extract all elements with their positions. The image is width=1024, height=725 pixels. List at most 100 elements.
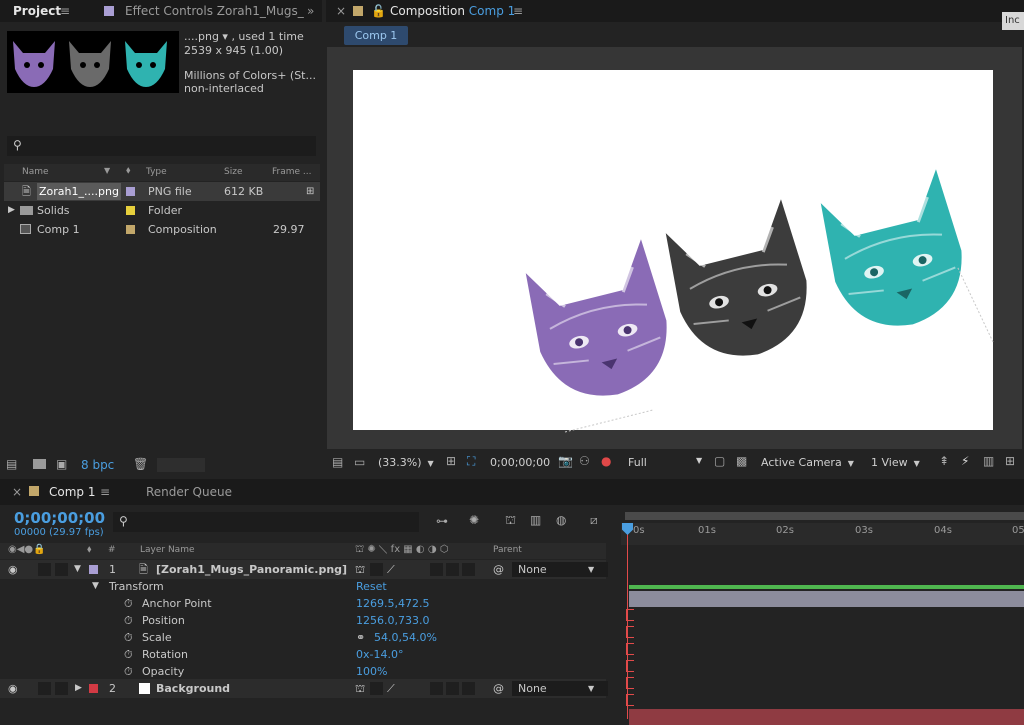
project-search-input[interactable]: ⚲ <box>7 136 316 156</box>
panel-overflow-icon[interactable]: » <box>307 0 314 22</box>
time-ruler[interactable]: 0s 01s 02s 03s 04s 05 <box>621 523 1024 545</box>
camera-dropdown[interactable]: Active Camera <box>761 456 854 469</box>
label-swatch[interactable] <box>126 206 135 215</box>
new-folder-icon[interactable] <box>33 459 46 469</box>
tab-render-queue[interactable]: Render Queue <box>146 481 232 503</box>
3d-switch[interactable] <box>462 682 475 695</box>
interpret-footage-icon[interactable]: ▤ <box>6 457 17 471</box>
layer-duration-bar[interactable] <box>629 709 1024 725</box>
pick-whip-icon[interactable]: @ <box>493 679 504 698</box>
eye-icon[interactable]: ◉ <box>8 679 18 698</box>
tab-comp-1[interactable]: Comp 1 <box>49 481 95 503</box>
time-graph[interactable]: 0s 01s 02s 03s 04s 05 <box>621 509 1024 725</box>
label-tag-icon[interactable]: ⬧ <box>126 165 131 176</box>
lock-icon[interactable]: 🔓 <box>371 0 386 22</box>
view-layout-dropdown[interactable]: 1 View <box>871 456 920 469</box>
label-swatch[interactable] <box>126 225 135 234</box>
solo-toggle[interactable] <box>38 682 51 695</box>
shy-layers-icon[interactable]: ⛫ <box>505 513 516 529</box>
magnification-dropdown[interactable]: (33.3%) <box>378 456 434 469</box>
layer-duration-bar[interactable] <box>629 591 1024 607</box>
region-of-interest-icon[interactable]: ▢ <box>714 454 725 468</box>
panel-menu-icon[interactable]: ≡ <box>60 0 70 22</box>
show-snapshot-icon[interactable]: ⚇ <box>579 454 590 468</box>
motion-blur-switch[interactable] <box>430 563 443 576</box>
list-item[interactable]: Comp 1 Composition 29.97 <box>4 220 320 239</box>
fast-previews-icon[interactable]: ⚡ <box>961 454 969 468</box>
camera-snapshot-icon[interactable]: 📷 <box>558 454 573 468</box>
collapse-switch[interactable] <box>370 563 383 576</box>
av-features-icons[interactable]: ◉◀●🔒 <box>8 544 46 555</box>
comp-canvas[interactable] <box>353 70 994 433</box>
label-swatch[interactable] <box>126 187 135 196</box>
comp-subtab[interactable]: Comp 1 <box>344 26 408 45</box>
info-panel-tab[interactable]: Inc <box>1002 12 1024 30</box>
flowchart-icon[interactable]: ⊞ <box>306 182 314 201</box>
adjustment-switch[interactable] <box>446 682 459 695</box>
column-type[interactable]: Type <box>146 167 167 177</box>
parent-dropdown[interactable]: None ▼ <box>512 562 608 577</box>
3d-switch[interactable] <box>462 563 475 576</box>
mask-visibility-icon[interactable]: ⛶ <box>467 454 475 469</box>
column-size[interactable]: Size <box>224 167 242 177</box>
composition-viewer[interactable] <box>327 47 1022 449</box>
resolution-dropdown[interactable]: Full ▼ <box>628 456 706 469</box>
lock-toggle[interactable] <box>55 563 68 576</box>
bit-depth-button[interactable]: 8 bpc <box>81 458 114 472</box>
timeline-icon[interactable]: ▥ <box>983 454 994 468</box>
frame-blending-icon[interactable]: ▥ <box>530 513 541 527</box>
adjustment-switch[interactable] <box>446 563 459 576</box>
layer-name[interactable]: Background <box>156 679 230 698</box>
trash-icon[interactable]: 🗑 <box>133 457 148 471</box>
monitor-icon[interactable]: ▭ <box>354 455 365 469</box>
motion-blur-icon[interactable]: ◍ <box>556 513 566 527</box>
expand-arrow-icon[interactable]: ▶ <box>75 679 82 698</box>
toggle-pixel-aspect-icon[interactable]: ⇞ <box>939 454 949 468</box>
scroll-area[interactable] <box>157 458 205 472</box>
parent-dropdown[interactable]: None ▼ <box>512 681 608 696</box>
panel-menu-icon[interactable]: ≡ <box>100 481 110 503</box>
always-preview-icon[interactable]: ▤ <box>332 455 343 469</box>
solo-toggle[interactable] <box>38 563 51 576</box>
footage-color-depth: Millions of Colors+ (St... <box>184 69 316 82</box>
column-name[interactable]: Name <box>22 167 49 177</box>
transparency-grid-icon[interactable]: ▩ <box>736 454 747 468</box>
comp-mini-flowchart-icon[interactable]: ⊶ <box>436 514 448 528</box>
sort-arrow-icon[interactable]: ▼ <box>104 166 110 175</box>
tab-composition[interactable]: Composition Comp 1 <box>390 0 515 22</box>
lock-toggle[interactable] <box>55 682 68 695</box>
list-item[interactable]: 🗎 Zorah1_....png PNG file 612 KB ⊞ <box>4 182 320 201</box>
layer-label-swatch[interactable] <box>89 684 98 693</box>
work-area-bar[interactable] <box>625 512 1024 520</box>
tab-project[interactable]: Project <box>13 0 61 22</box>
collapse-switch[interactable] <box>370 682 383 695</box>
new-composition-icon[interactable]: ▣ <box>56 457 67 471</box>
label-tag-icon[interactable]: ⬧ <box>87 544 92 555</box>
list-item[interactable]: ▶ Solids Folder <box>4 201 320 220</box>
graph-editor-icon[interactable]: ⧄ <box>590 513 598 528</box>
safe-zones-icon[interactable]: ⊞ <box>446 454 456 468</box>
quality-switch-icon[interactable]: ⟋ <box>387 679 395 698</box>
close-icon[interactable]: × <box>12 481 22 503</box>
tab-composition-name: Comp 1 <box>468 4 516 18</box>
column-frame-rate[interactable]: Frame ... <box>272 167 312 177</box>
column-parent[interactable]: Parent <box>493 545 522 555</box>
timeline-search-input[interactable]: ⚲ <box>113 512 419 532</box>
current-time[interactable]: 0;00;00;00 <box>14 509 105 527</box>
motion-blur-switch[interactable] <box>430 682 443 695</box>
layer-label-swatch[interactable] <box>89 565 98 574</box>
close-icon[interactable]: × <box>336 0 346 22</box>
switches-icons[interactable]: ⛫ ✺ ⟍ fx ▦ ◐ ◑ ⬡ <box>355 544 448 557</box>
flowchart-icon[interactable]: ⊞ <box>1005 454 1015 468</box>
draft-3d-icon[interactable]: ✺ <box>469 513 479 527</box>
current-time-indicator[interactable] <box>627 523 628 719</box>
tab-effect-controls[interactable]: Effect Controls Zorah1_Mugs_ <box>125 0 304 22</box>
current-time-display[interactable]: 0;00;00;00 <box>490 456 550 469</box>
panel-menu-icon[interactable]: ≡ <box>513 0 523 22</box>
expand-arrow-icon[interactable]: ▶ <box>8 201 15 220</box>
column-layer-name[interactable]: Layer Name <box>140 545 195 555</box>
column-number[interactable]: # <box>108 545 116 555</box>
layer-row[interactable]: ◉ ▶ 2 Background ⛫ ⟋ @ None ▼ <box>0 679 608 698</box>
channel-icon[interactable]: ● <box>601 454 611 468</box>
shy-switch-icon[interactable]: ⛫ <box>355 679 365 698</box>
